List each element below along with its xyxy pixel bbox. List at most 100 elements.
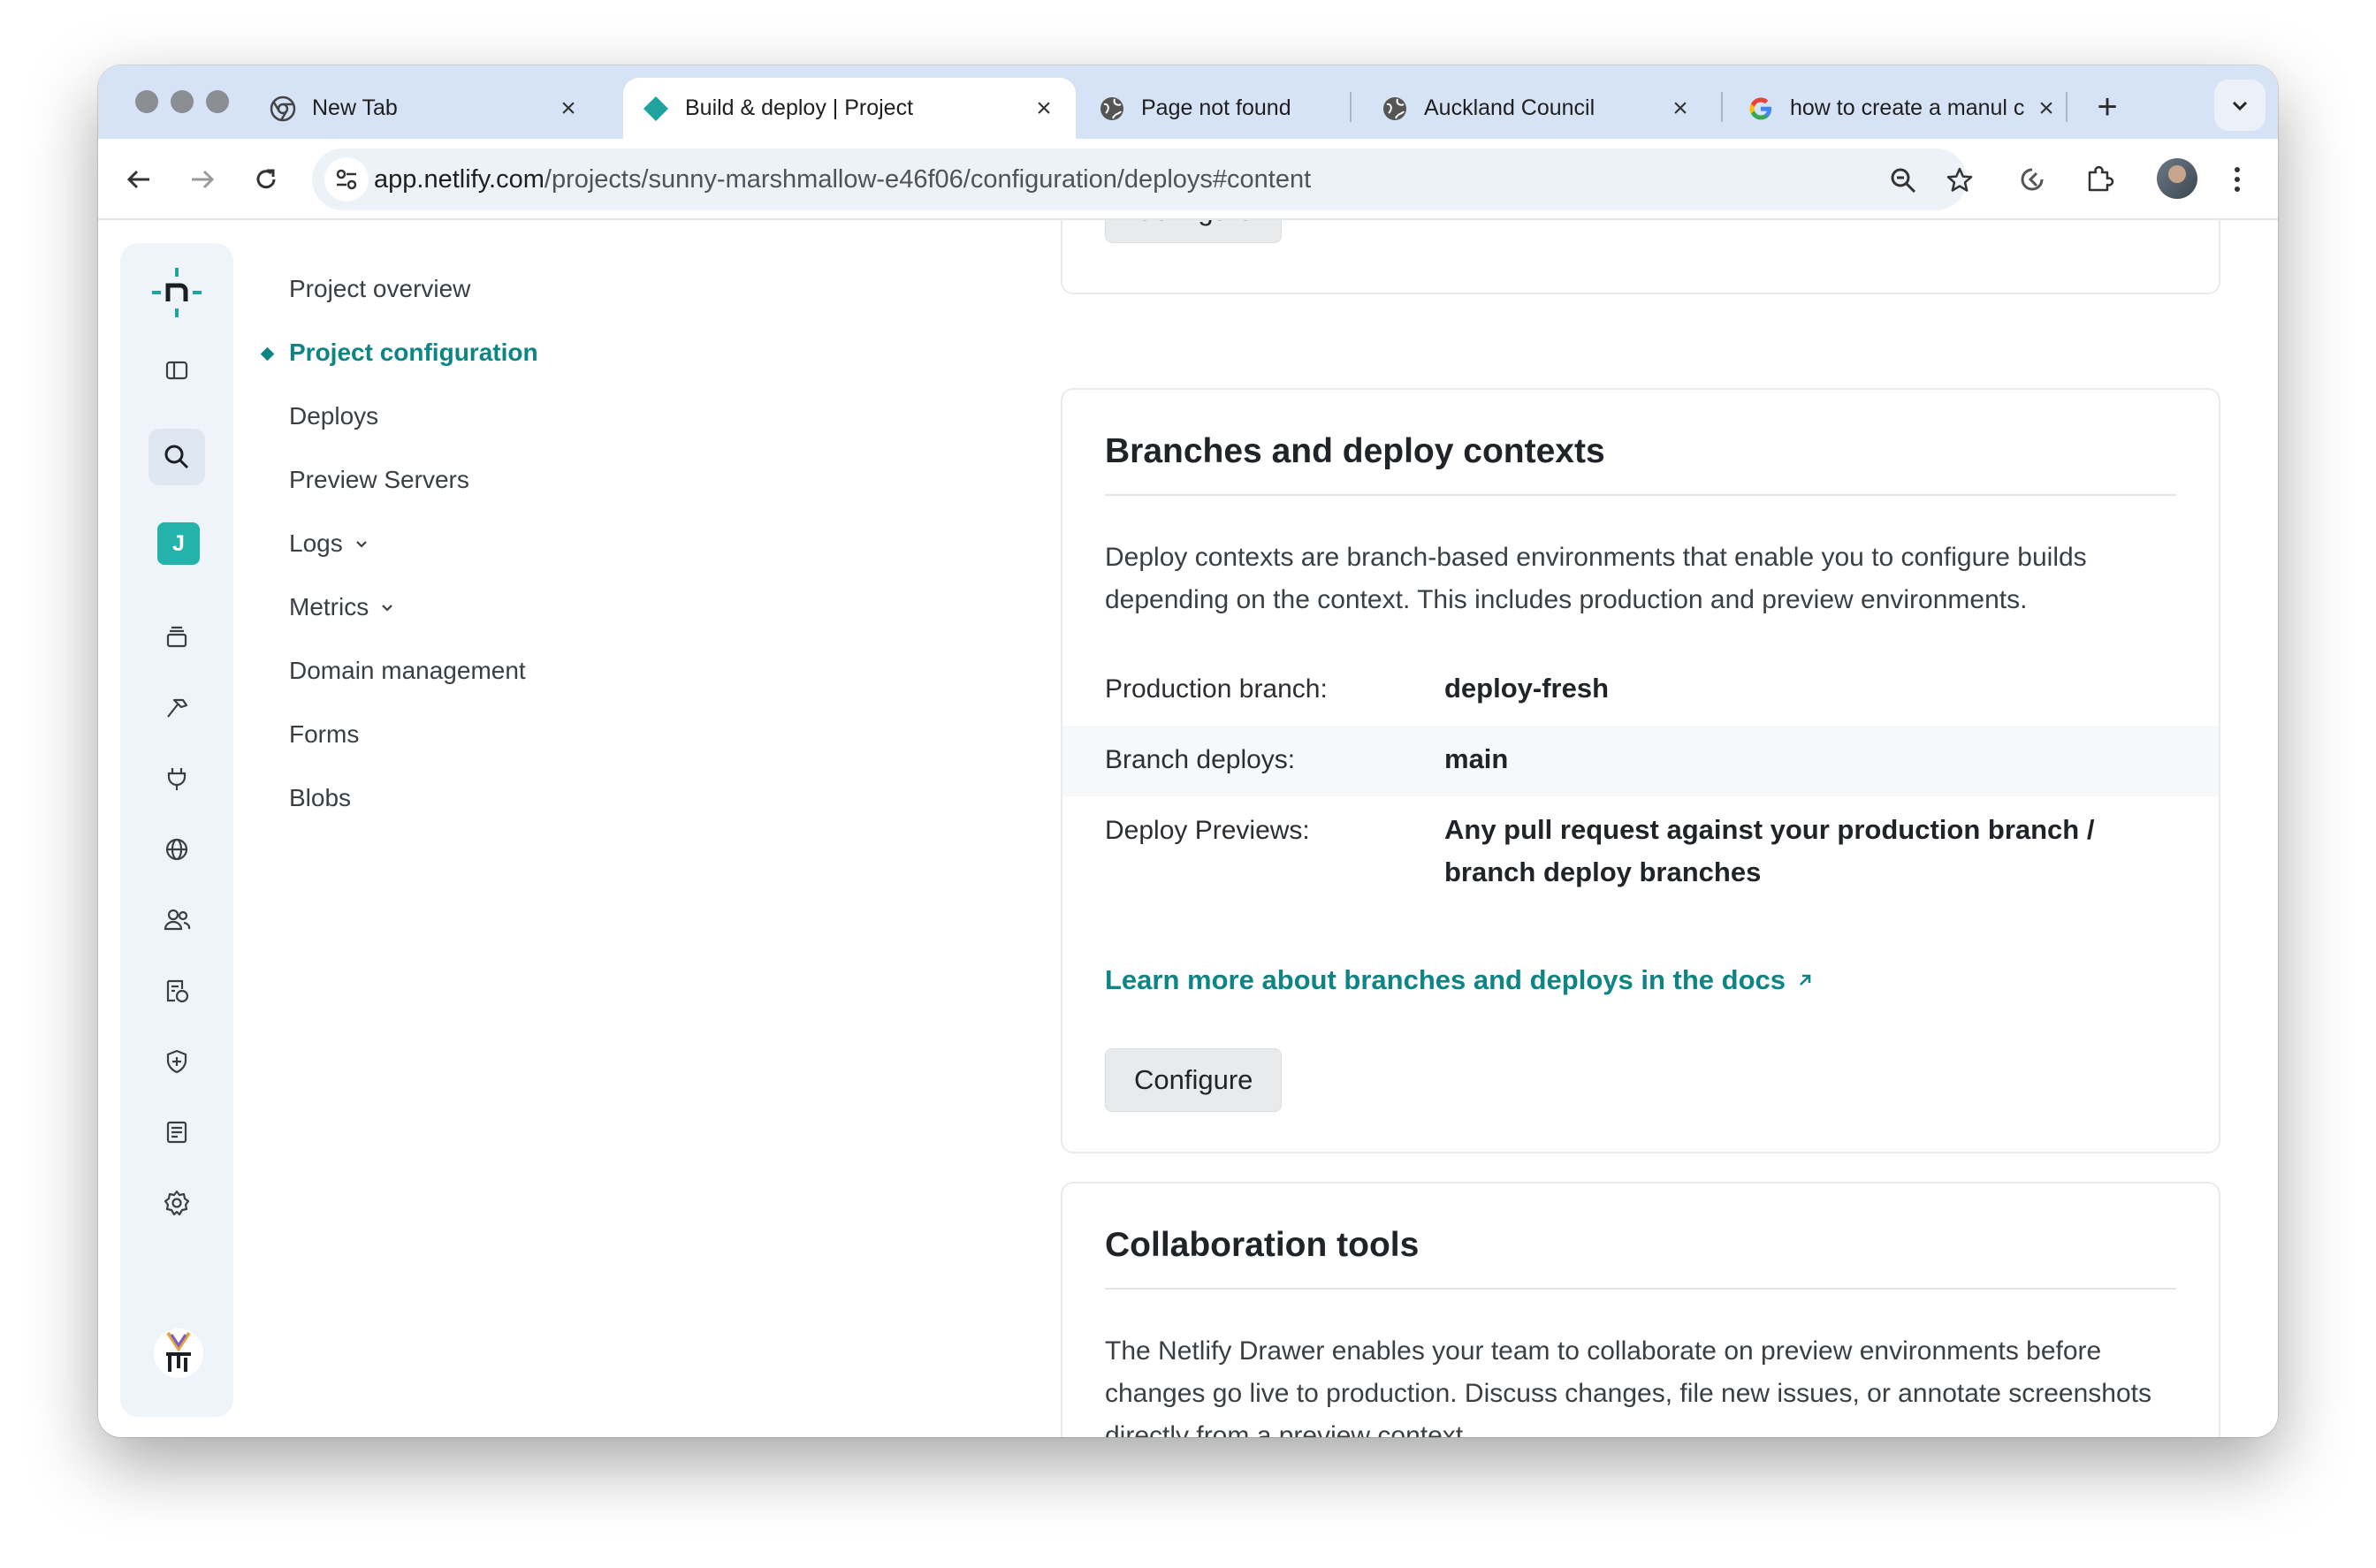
external-link-icon [1800,974,1811,986]
window-controls [135,90,229,113]
configure-button[interactable]: Configure [1105,1048,1283,1112]
close-icon[interactable]: × [1668,95,1693,121]
row-value: main [1444,743,1509,774]
url-host: app.netlify.com [374,165,544,194]
rail-integrations[interactable] [148,750,205,807]
user-avatar[interactable] [154,1328,203,1378]
subnav-project-configuration[interactable]: Project configuration [260,339,538,367]
extensions-menu-button[interactable] [2080,160,2119,199]
history-extension-icon [2021,168,2044,191]
browser-menu-button[interactable] [2218,160,2257,199]
team-avatar[interactable]: J [157,522,200,565]
hammer-icon [167,698,188,718]
address-bar[interactable]: app.netlify.com/projects/sunny-marshmall… [312,148,1973,210]
arrow-left-icon [126,170,149,189]
card-description: The Netlify Drawer enables your team to … [1105,1336,2152,1437]
close-icon[interactable]: × [556,95,581,121]
reload-icon [256,169,276,189]
tab-title: Build & deploy | Project [685,95,914,120]
subnav-deploys[interactable]: Deploys [289,402,378,430]
maximize-window-button[interactable] [206,90,229,113]
zoom-out-icon [1891,168,1916,194]
row-key: Production branch: [1105,674,1328,704]
branches-deploy-contexts-card: Branches and deploy contexts Deploy cont… [1061,388,2220,1153]
subnav-project-overview[interactable]: Project overview [289,275,470,303]
forward-button[interactable] [183,160,222,199]
tab-google-search[interactable]: how to create a manul c × [1728,78,2078,139]
branch-deploys-row: Branch deploys: main [1062,726,2219,796]
netlify-logo[interactable] [148,264,205,321]
docs-link[interactable]: Learn more about branches and deploys in… [1105,964,1814,996]
zoom-button[interactable] [1887,164,1919,196]
production-branch-row: Production branch: deploy-fresh [1062,655,2219,726]
rail-security[interactable] [148,1033,205,1090]
rail-projects[interactable] [148,609,205,666]
star-icon [1946,167,1973,192]
subnav-preview-servers[interactable]: Preview Servers [289,466,469,494]
chevron-down-icon [379,599,395,615]
subnav-logs[interactable]: Logs [289,529,369,558]
subnav-label: Forms [289,720,360,748]
collaboration-tools-card: Collaboration tools The Netlify Drawer e… [1061,1182,2220,1437]
tab-title: Auckland Council [1424,95,1595,120]
netlify-icon [643,95,669,122]
close-icon[interactable]: × [1032,95,1056,121]
search-icon [164,445,189,469]
globe-icon [1382,95,1408,122]
rail-logs[interactable] [148,1104,205,1161]
configure-button[interactable]: Configure [1105,220,1283,243]
rail-billing[interactable] [148,963,205,1019]
subnav-label: Preview Servers [289,466,469,493]
row-key: Branch deploys: [1105,745,1296,774]
subnav-label: Project overview [289,275,471,302]
rail-builds[interactable] [148,680,205,736]
puzzle-icon [2088,165,2114,192]
tab-search-button[interactable] [2214,80,2266,131]
tab-build-deploy[interactable]: Build & deploy | Project × [623,78,1076,139]
close-icon[interactable]: × [2034,95,2059,121]
rail-domains[interactable] [148,821,205,878]
subnav-domain-management[interactable]: Domain management [289,657,526,685]
rail-members[interactable] [148,892,205,948]
url-text[interactable]: app.netlify.com/projects/sunny-marshmall… [374,165,1311,194]
reload-button[interactable] [247,160,286,199]
document-icon [166,1121,187,1144]
close-window-button[interactable] [135,90,158,113]
tab-new-tab[interactable]: New Tab × [250,78,600,139]
search-button[interactable] [148,429,205,485]
subnav-forms[interactable]: Forms [289,720,359,749]
back-button[interactable] [119,160,158,199]
tab-title: Page not found [1141,95,1291,120]
deploy-previews-row: Deploy Previews: Any pull request agains… [1062,796,2219,902]
extension-button[interactable] [2013,160,2052,199]
card-title: Collaboration tools [1105,1226,1420,1264]
subnav-blobs[interactable]: Blobs [289,784,351,812]
subnav-label: Logs [289,529,343,557]
subnav-metrics[interactable]: Metrics [289,593,395,621]
tab-title: New Tab [312,95,398,120]
netlify-logo-icon [152,268,202,317]
gear-icon [164,1190,190,1216]
sidebar-icon [165,361,188,380]
more-vert-icon [2235,167,2240,192]
chevron-down-icon [2232,101,2248,111]
subnav-label: Blobs [289,784,352,811]
arrow-right-icon [192,170,215,189]
row-key: Deploy Previews: [1105,816,1310,845]
profile-avatar[interactable] [2157,158,2197,199]
plug-icon [167,768,187,790]
site-info-button[interactable] [324,157,369,202]
tab-auckland-council[interactable]: Auckland Council × [1362,78,1712,139]
subnav-label: Project configuration [289,339,538,366]
rail-settings[interactable] [148,1175,205,1231]
subnav-label: Metrics [289,593,369,620]
app-rail: J [120,243,233,1417]
sidebar-toggle[interactable] [148,342,205,399]
browser-toolbar: app.netlify.com/projects/sunny-marshmall… [98,139,2278,220]
receipt-icon [166,979,189,1003]
url-path: /projects/sunny-marshmallow-e46f06/confi… [544,165,1312,194]
tune-icon [336,169,357,190]
bookmark-button[interactable] [1944,164,1976,196]
minimize-window-button[interactable] [171,90,194,113]
new-tab-button[interactable]: + [2085,85,2129,129]
